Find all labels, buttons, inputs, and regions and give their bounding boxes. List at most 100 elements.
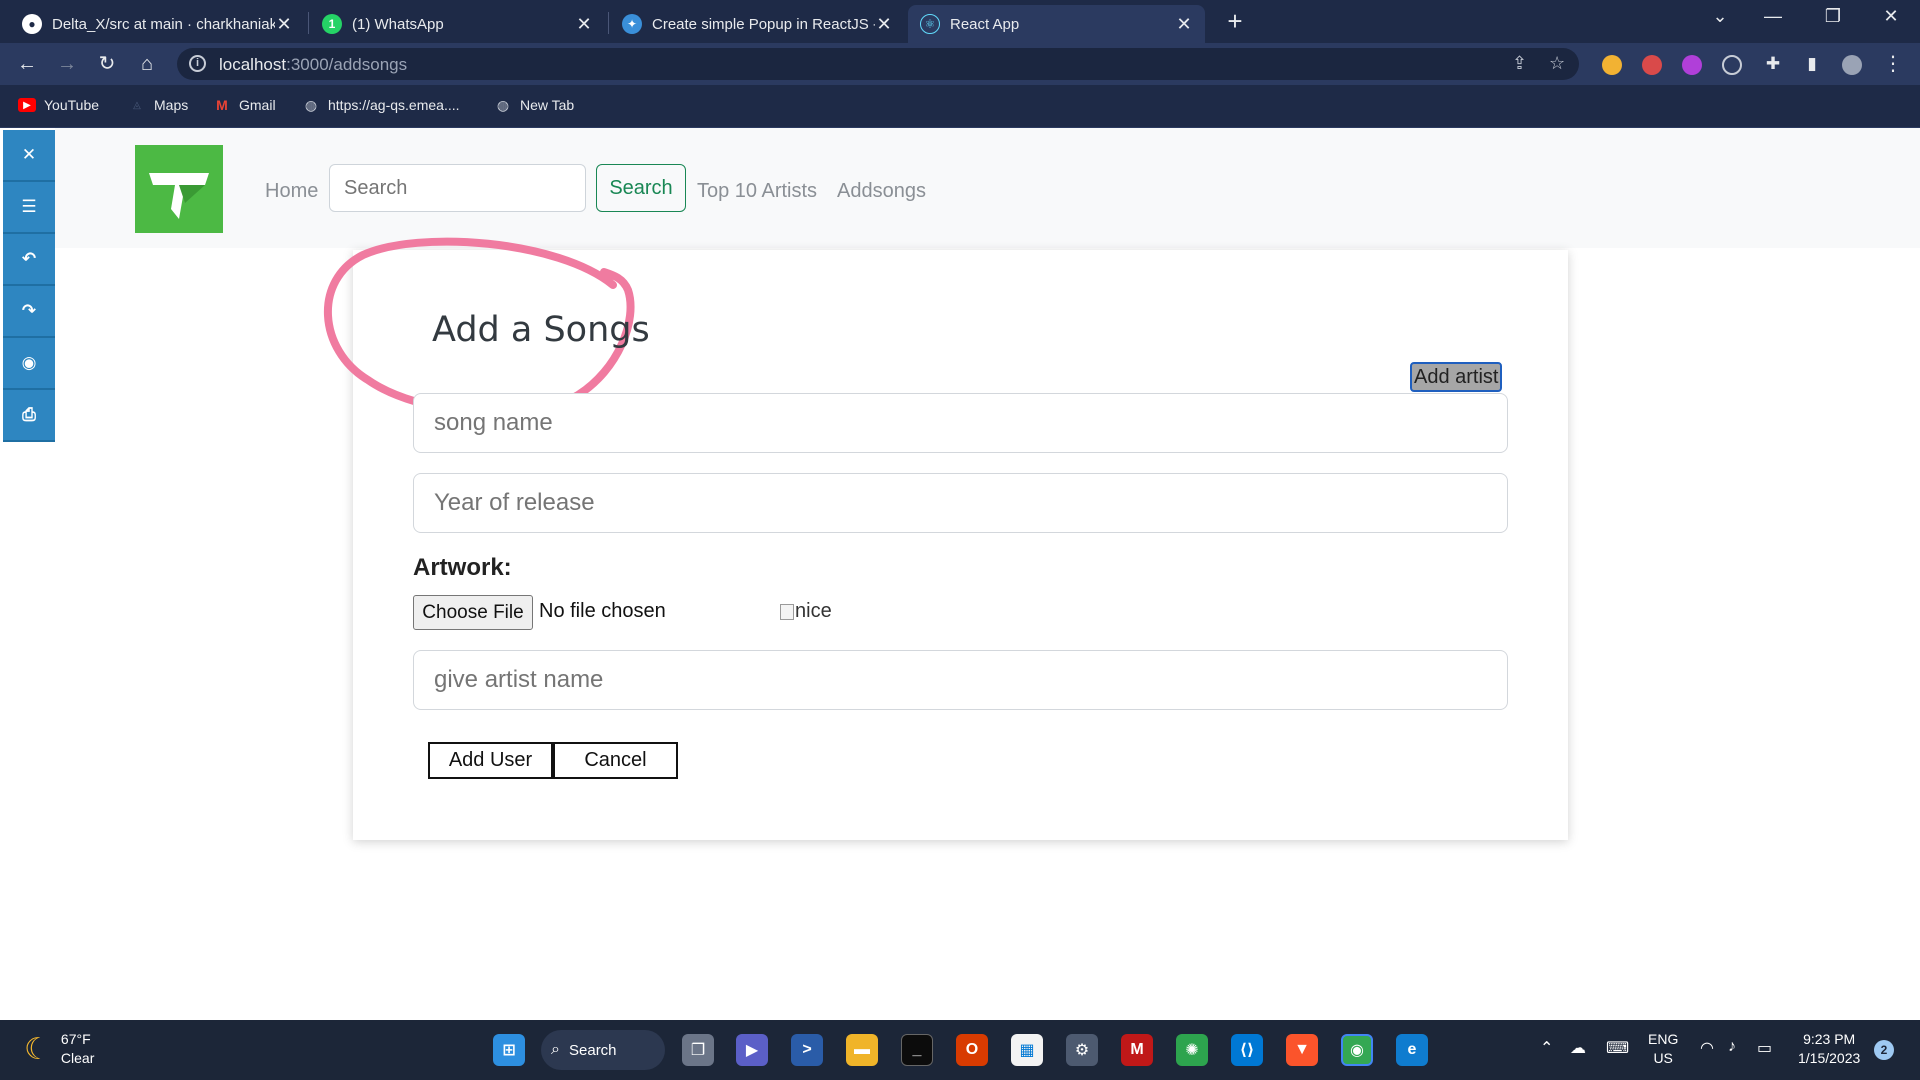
edge-icon[interactable]: e	[1396, 1034, 1428, 1066]
keyboard-icon[interactable]: ⌨	[1606, 1038, 1629, 1058]
site-icon: ✦	[622, 14, 642, 34]
menu-kebab-icon[interactable]: ⋮	[1880, 51, 1906, 77]
extension-icon[interactable]	[1642, 55, 1662, 75]
close-icon[interactable]: ✕	[275, 14, 293, 35]
add-artist-button[interactable]: Add artist	[1410, 362, 1503, 392]
artist-name-input[interactable]	[413, 650, 1508, 710]
close-icon[interactable]: ✕	[3, 130, 55, 182]
nav-search-button[interactable]: Search	[596, 164, 686, 212]
bookmark-gmail[interactable]: M Gmail	[213, 97, 276, 113]
close-icon[interactable]: ✕	[875, 14, 893, 35]
settings-gear-icon[interactable]: ⚙	[1066, 1034, 1098, 1066]
close-icon[interactable]: ✕	[1175, 14, 1193, 35]
home-icon[interactable]: ⌂	[134, 51, 160, 77]
profile-avatar-icon[interactable]	[1842, 55, 1862, 75]
bookmark-star-icon[interactable]: ☆	[1549, 53, 1565, 74]
clock-time: 9:23 PM	[1803, 1031, 1856, 1047]
back-icon[interactable]: ←	[14, 51, 40, 77]
bookmark-label: Maps	[154, 97, 189, 113]
mcafee-icon[interactable]: M	[1121, 1034, 1153, 1066]
terminal-icon[interactable]: _	[901, 1034, 933, 1066]
extension-icon[interactable]	[1602, 55, 1622, 75]
lang-primary: ENG	[1648, 1031, 1679, 1047]
extension-icon[interactable]	[1722, 55, 1742, 75]
bookmark-label: Gmail	[239, 97, 276, 113]
artwork-label: Artwork:	[413, 554, 512, 581]
office-icon[interactable]: O	[956, 1034, 988, 1066]
minimize-icon[interactable]: —	[1758, 6, 1788, 27]
github-icon: ●	[22, 14, 42, 34]
new-tab-icon[interactable]: +	[1220, 6, 1250, 37]
restore-icon[interactable]: ❐	[1818, 6, 1848, 27]
url-text[interactable]: localhost:3000/addsongs	[219, 55, 407, 75]
onedrive-icon[interactable]: ☁	[1570, 1038, 1586, 1058]
teams-icon[interactable]: ▶	[736, 1034, 768, 1066]
settings-sliders-icon[interactable]: ☰	[3, 182, 55, 234]
cancel-button[interactable]: Cancel	[553, 742, 678, 779]
redo-icon[interactable]: ↷	[3, 286, 55, 338]
powershell-icon[interactable]: >	[791, 1034, 823, 1066]
microsoft-store-icon[interactable]: ▦	[1011, 1034, 1043, 1066]
nav-addsongs-link[interactable]: Addsongs	[837, 180, 926, 203]
undo-icon[interactable]: ↶	[3, 234, 55, 286]
tab-search-chevron-icon[interactable]: ⌄	[1705, 6, 1735, 27]
print-icon[interactable]: ⎙	[3, 390, 55, 442]
battery-icon[interactable]: ▭	[1757, 1038, 1772, 1058]
tab-separator	[308, 12, 309, 34]
clock[interactable]: 9:23 PM 1/15/2023	[1798, 1030, 1860, 1068]
camera-icon[interactable]: ◉	[3, 338, 55, 390]
window-close-icon[interactable]: ✕	[1876, 6, 1906, 27]
taskbar-search[interactable]: ⌕ Search	[541, 1030, 665, 1070]
search-icon: ⌕	[551, 1041, 560, 1058]
whatsapp-icon: 1	[322, 14, 342, 34]
tab-github[interactable]: ● Delta_X/src at main · charkhaniak ✕	[10, 5, 305, 43]
volume-icon[interactable]: ♪	[1728, 1038, 1736, 1056]
omnibox[interactable]: i localhost:3000/addsongs ⇪ ☆	[177, 48, 1579, 80]
tab-title: (1) WhatsApp	[352, 15, 444, 33]
wifi-icon[interactable]: ◠	[1700, 1038, 1714, 1058]
youtube-icon: ▶	[18, 98, 36, 112]
tab-popup-article[interactable]: ✦ Create simple Popup in ReactJS - ✕	[610, 5, 905, 43]
chatgpt-icon[interactable]: ✺	[1176, 1034, 1208, 1066]
bookmark-label: https://ag-qs.emea....	[328, 97, 460, 113]
tab-title: Create simple Popup in ReactJS -	[652, 15, 875, 33]
windows-start-icon[interactable]: ⊞	[493, 1034, 525, 1066]
tab-react-app[interactable]: ⚛ React App ✕	[908, 5, 1205, 43]
tray-chevron-icon[interactable]: ⌃	[1540, 1038, 1553, 1058]
bookmark-youtube[interactable]: ▶ YouTube	[18, 97, 99, 113]
reload-icon[interactable]: ↻	[94, 51, 120, 77]
forward-icon[interactable]: →	[54, 51, 80, 77]
nav-search-input[interactable]	[329, 164, 586, 212]
vscode-icon[interactable]: ⟨⟩	[1231, 1034, 1263, 1066]
bookmark-ag-qs[interactable]: ◍ https://ag-qs.emea....	[302, 97, 460, 114]
site-info-icon[interactable]: i	[189, 55, 206, 72]
choose-file-button[interactable]: Choose File	[413, 595, 533, 630]
nav-top-artists-link[interactable]: Top 10 Artists	[697, 180, 817, 203]
weather-widget[interactable]: ☾ 67°F Clear	[24, 1030, 94, 1068]
side-panel-icon[interactable]: ▮	[1799, 51, 1825, 77]
close-icon[interactable]: ✕	[575, 14, 593, 35]
url-path: :3000/addsongs	[286, 55, 408, 74]
nav-home-link[interactable]: Home	[265, 180, 318, 203]
add-user-button[interactable]: Add User	[428, 742, 553, 779]
bookmark-new-tab[interactable]: ◍ New Tab	[494, 96, 574, 114]
extension-icon[interactable]	[1682, 55, 1702, 75]
notification-badge[interactable]: 2	[1874, 1040, 1894, 1060]
tab-title: Delta_X/src at main · charkhaniak	[52, 15, 275, 33]
gmail-icon: M	[216, 97, 228, 113]
puzzle-icon[interactable]: ✚	[1760, 51, 1786, 77]
tab-whatsapp[interactable]: 1 (1) WhatsApp ✕	[310, 5, 605, 43]
bookmark-maps[interactable]: ◬ Maps	[128, 97, 188, 113]
file-explorer-icon[interactable]: ▬	[846, 1034, 878, 1066]
brave-icon[interactable]: ▼	[1286, 1034, 1318, 1066]
chrome-icon[interactable]: ◉	[1341, 1034, 1373, 1066]
clock-date: 1/15/2023	[1798, 1050, 1861, 1066]
year-of-release-input[interactable]	[413, 473, 1508, 533]
task-view-icon[interactable]: ❐	[682, 1034, 714, 1066]
logo-icon	[149, 173, 209, 219]
globe-icon: ◍	[496, 96, 510, 113]
language-indicator[interactable]: ENG US	[1648, 1030, 1678, 1068]
song-name-input[interactable]	[413, 393, 1508, 453]
share-icon[interactable]: ⇪	[1512, 53, 1527, 74]
logo[interactable]	[135, 145, 223, 233]
